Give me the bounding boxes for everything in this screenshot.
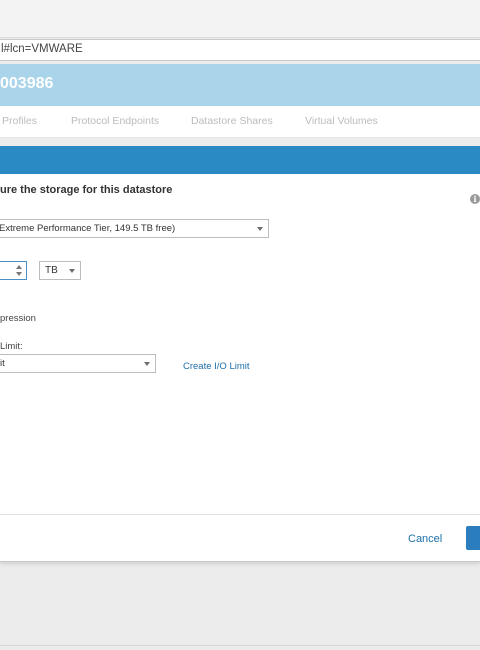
- io-limit-label: Limit:: [0, 341, 23, 352]
- address-bar-text: l#lcn=VMWARE: [1, 43, 83, 55]
- create-io-limit-link[interactable]: Create I/O Limit: [183, 361, 250, 372]
- compression-label: pression: [0, 313, 36, 324]
- address-bar[interactable]: l#lcn=VMWARE: [0, 39, 480, 61]
- page-header-banner: 003986: [0, 64, 480, 106]
- primary-button[interactable]: [466, 526, 480, 550]
- browser-toolbar: [0, 0, 480, 38]
- spin-up-icon[interactable]: [16, 265, 22, 269]
- chevron-down-icon: [257, 227, 263, 231]
- unit-select[interactable]: TB: [39, 261, 81, 280]
- storage-dialog: ure the storage for this datastore i Ext…: [0, 174, 480, 562]
- cancel-button[interactable]: Cancel: [408, 533, 442, 545]
- chevron-down-icon: [69, 269, 75, 273]
- dialog-header: [0, 146, 480, 174]
- chevron-down-icon: [144, 362, 150, 366]
- spin-down-icon[interactable]: [16, 272, 22, 276]
- storage-tier-value: Extreme Performance Tier, 149.5 TB free): [0, 223, 176, 234]
- page-title: 003986: [0, 75, 54, 92]
- dialog-title: ure the storage for this datastore: [0, 184, 173, 196]
- tab-virtual-volumes[interactable]: Virtual Volumes: [305, 115, 378, 127]
- tab-protocol-endpoints[interactable]: Protocol Endpoints: [71, 115, 159, 127]
- size-input[interactable]: [0, 261, 27, 280]
- info-icon[interactable]: i: [470, 194, 480, 204]
- unit-value: TB: [45, 265, 58, 276]
- io-limit-select[interactable]: it: [0, 354, 156, 373]
- tab-datastore-shares[interactable]: Datastore Shares: [191, 115, 273, 127]
- storage-tier-select[interactable]: Extreme Performance Tier, 149.5 TB free): [0, 219, 269, 238]
- tabs-bar: Profiles Protocol Endpoints Datastore Sh…: [0, 106, 480, 138]
- tab-profiles[interactable]: Profiles: [2, 115, 37, 127]
- footer-divider: [0, 514, 480, 515]
- io-limit-value: it: [0, 358, 5, 369]
- bottom-divider: [0, 645, 480, 646]
